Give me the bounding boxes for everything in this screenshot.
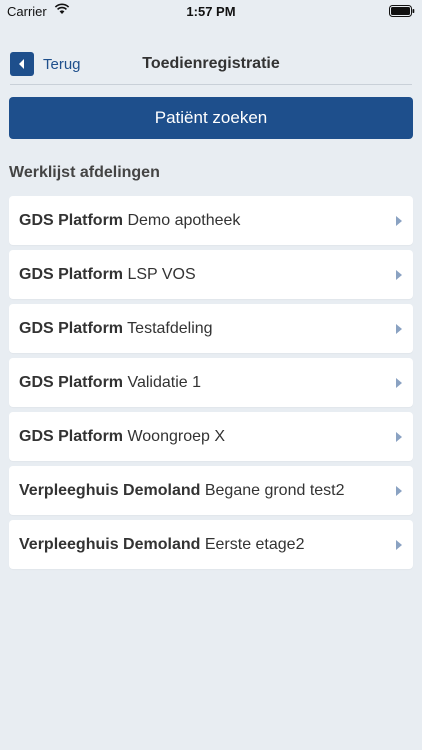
status-time: 1:57 PM (186, 4, 236, 19)
nav-divider (10, 84, 412, 85)
status-bar: Carrier 1:57 PM (0, 0, 422, 22)
section-title: Werklijst afdelingen (9, 164, 160, 181)
page-title: Toedienregistratie (142, 55, 280, 72)
navigation-bar: Terug Toedienregistratie (0, 44, 422, 84)
search-patient-button[interactable]: Patiënt zoeken (9, 97, 413, 139)
chevron-right-icon (395, 538, 403, 556)
list-item-dept: Validatie 1 (127, 373, 201, 391)
list-item[interactable]: GDS Platform Testafdeling (9, 304, 413, 353)
list-item[interactable]: GDS Platform Demo apotheek (9, 196, 413, 245)
chevron-right-icon (395, 376, 403, 394)
list-item[interactable]: GDS Platform LSP VOS (9, 250, 413, 299)
chevron-right-icon (395, 268, 403, 286)
list-item-dept: Woongroep X (127, 427, 226, 445)
ward-list: GDS Platform Demo apotheek GDS Platform … (9, 196, 413, 574)
list-item-dept: Eerste etage2 (204, 535, 305, 553)
battery-icon (389, 5, 415, 20)
list-item-org: Verpleeghuis Demoland (19, 535, 201, 553)
list-item-org: GDS Platform (19, 265, 124, 283)
chevron-right-icon (395, 484, 403, 502)
list-item-org: GDS Platform (19, 427, 124, 445)
list-item-dept: Demo apotheek (127, 211, 241, 229)
list-item-org: GDS Platform (19, 211, 124, 229)
chevron-right-icon (395, 322, 403, 340)
list-item-dept: Begane grond test2 (204, 481, 345, 499)
list-item-org: GDS Platform (19, 373, 124, 391)
list-item-org: Verpleeghuis Demoland (19, 481, 201, 499)
list-item-dept: Testafdeling (127, 319, 213, 337)
list-item[interactable]: GDS Platform Validatie 1 (9, 358, 413, 407)
list-item[interactable]: GDS Platform Woongroep X (9, 412, 413, 461)
list-item-dept: LSP VOS (127, 265, 196, 283)
list-item[interactable]: Verpleeghuis Demoland Eerste etage2 (9, 520, 413, 569)
chevron-right-icon (395, 214, 403, 232)
list-item[interactable]: Verpleeghuis Demoland Begane grond test2 (9, 466, 413, 515)
list-item-org: GDS Platform (19, 319, 124, 337)
chevron-right-icon (395, 430, 403, 448)
